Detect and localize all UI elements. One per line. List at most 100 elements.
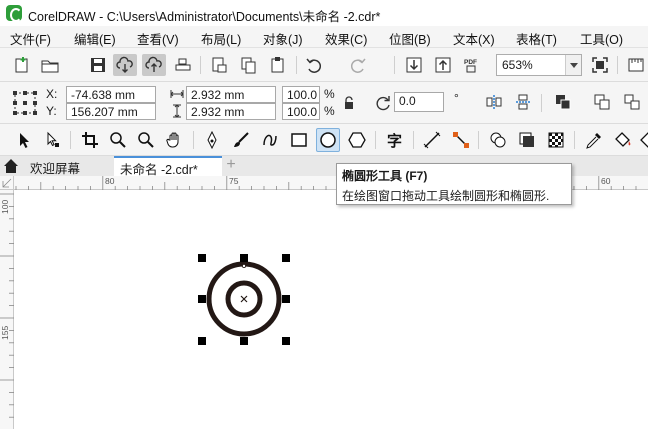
x-label: X: [46,87,58,101]
contour-tool-icon[interactable] [515,128,539,152]
v-tick-label: 100 [0,199,10,214]
options-ruler-icon[interactable] [624,54,648,76]
height-field[interactable]: 2.932 mm [186,103,276,120]
percent-y-label: % [324,104,335,118]
tab-document[interactable]: 未命名 -2.cdr* [114,156,222,177]
cloud-upload-icon[interactable] [142,54,166,76]
shape-tool-icon[interactable] [41,128,65,152]
height-icon [171,104,183,118]
text-tool-icon[interactable]: 字 [383,128,407,152]
coreldraw-logo-icon [6,5,22,22]
scale-y-field[interactable]: 100.0 [282,103,320,120]
tooltip-description: 在绘图窗口拖动工具绘制圆形和椭圆形. [342,189,550,203]
menu-text[interactable]: 文本(X) [453,29,495,48]
window-title: CorelDRAW - C:\Users\Administrator\Docum… [28,10,381,24]
h-tick-label: 75 [229,176,239,186]
save-icon[interactable] [86,54,110,76]
rotation-field[interactable]: 0.0 [394,92,444,112]
ruler-origin-corner[interactable] [0,176,14,190]
dimension-tool-icon[interactable] [420,128,444,152]
y-position-field[interactable]: 156.207 mm [66,103,156,120]
node-point [241,264,246,269]
pan-hand-tool-icon[interactable] [163,128,187,152]
combine-icon[interactable] [590,91,614,113]
pen-tool-icon[interactable] [200,128,224,152]
menu-object[interactable]: 对象(J) [263,29,303,48]
transparency-tool-icon[interactable] [544,128,568,152]
redo-icon[interactable] [346,54,370,76]
new-document-icon[interactable] [10,54,34,76]
concentric-circles[interactable] [206,261,282,337]
home-icon[interactable] [0,156,22,176]
pick-tool-icon[interactable] [12,128,36,152]
width-field[interactable]: 2.932 mm [186,86,276,103]
vertical-ruler-ticks [0,193,14,418]
menu-edit[interactable]: 编辑(E) [74,29,116,48]
h-tick-label: 60 [601,176,611,186]
connector-tool-icon[interactable] [449,128,473,152]
artistic-brush-icon[interactable] [229,128,253,152]
width-icon [170,88,184,100]
drawing-area [198,254,290,345]
copy-icon[interactable] [237,54,261,76]
menu-file[interactable]: 文件(F) [10,29,51,48]
title-bar: CorelDRAW - C:\Users\Administrator\Docum… [0,0,648,26]
publish-pdf-icon[interactable]: PDF [460,54,484,76]
tab-document-label: 未命名 -2.cdr* [120,163,198,177]
zoom-level-select[interactable]: 653% [496,54,582,76]
print-icon[interactable] [171,54,195,76]
standard-toolbar: PDF 653% [0,48,648,115]
smart-fill-icon[interactable] [636,128,648,152]
import-arrow-icon[interactable] [402,54,426,76]
paste-icon[interactable] [266,54,290,76]
mirror-vertical-icon[interactable] [511,91,535,113]
y-label: Y: [46,104,57,118]
export-arrow-icon[interactable] [431,54,455,76]
x-position-field[interactable]: -74.638 mm [66,86,156,103]
vertical-ruler[interactable]: 100 155 [0,190,14,429]
drop-shadow-tool-icon[interactable] [486,128,510,152]
menu-bar: 文件(F) 编辑(E) 查看(V) 布局(L) 对象(J) 效果(C) 位图(B… [0,26,648,48]
tab-welcome-screen[interactable]: 欢迎屏幕 [24,156,114,176]
tab-welcome-label: 欢迎屏幕 [30,162,81,176]
ellipse-tool-icon[interactable] [316,128,340,152]
rectangle-tool-icon[interactable] [287,128,311,152]
undo-icon[interactable] [302,54,326,76]
property-bar: X: -74.638 mm Y: 156.207 mm 2.932 mm 2.9… [0,82,648,124]
tooltip-title: 椭圆形工具 (F7) [342,169,428,183]
rotation-icon [374,94,392,112]
interactive-fill-icon[interactable] [611,128,635,152]
menu-table[interactable]: 表格(T) [516,29,557,48]
open-folder-icon[interactable] [38,54,62,76]
break-apart-icon[interactable] [620,91,644,113]
svg-text:PDF: PDF [464,59,477,66]
zoom-dropdown-arrow[interactable] [565,55,581,75]
arrange-order-icon[interactable] [551,91,575,113]
add-tab-button[interactable]: + [223,157,239,174]
zoom-tool-icon[interactable] [106,128,130,152]
menu-effects[interactable]: 效果(C) [325,29,367,48]
toolbox: 字 [0,124,648,156]
menu-bitmap[interactable]: 位图(B) [389,29,431,48]
eyedropper-tool-icon[interactable] [582,128,606,152]
menu-tools[interactable]: 工具(O) [580,29,623,48]
scale-x-field[interactable]: 100.0 [282,86,320,103]
pan-zoom-tool-icon[interactable] [134,128,158,152]
mirror-horizontal-icon[interactable] [482,91,506,113]
object-origin-icon[interactable] [12,90,38,116]
crop-tool-icon[interactable] [78,128,102,152]
percent-x-label: % [324,87,335,101]
svg-text:字: 字 [387,132,402,149]
cloud-download-icon[interactable] [113,54,137,76]
zoom-value: 653% [502,58,533,72]
h-tick-label: 80 [105,176,115,186]
drawing-canvas[interactable] [15,191,648,429]
import-icon[interactable] [207,54,231,76]
menu-layout[interactable]: 布局(L) [201,29,241,48]
center-marker [240,295,248,303]
full-screen-icon[interactable] [588,54,612,76]
polygon-tool-icon[interactable] [345,128,369,152]
lock-ratio-icon[interactable] [343,96,355,110]
menu-view[interactable]: 查看(V) [137,29,179,48]
smart-drawing-icon[interactable] [258,128,282,152]
